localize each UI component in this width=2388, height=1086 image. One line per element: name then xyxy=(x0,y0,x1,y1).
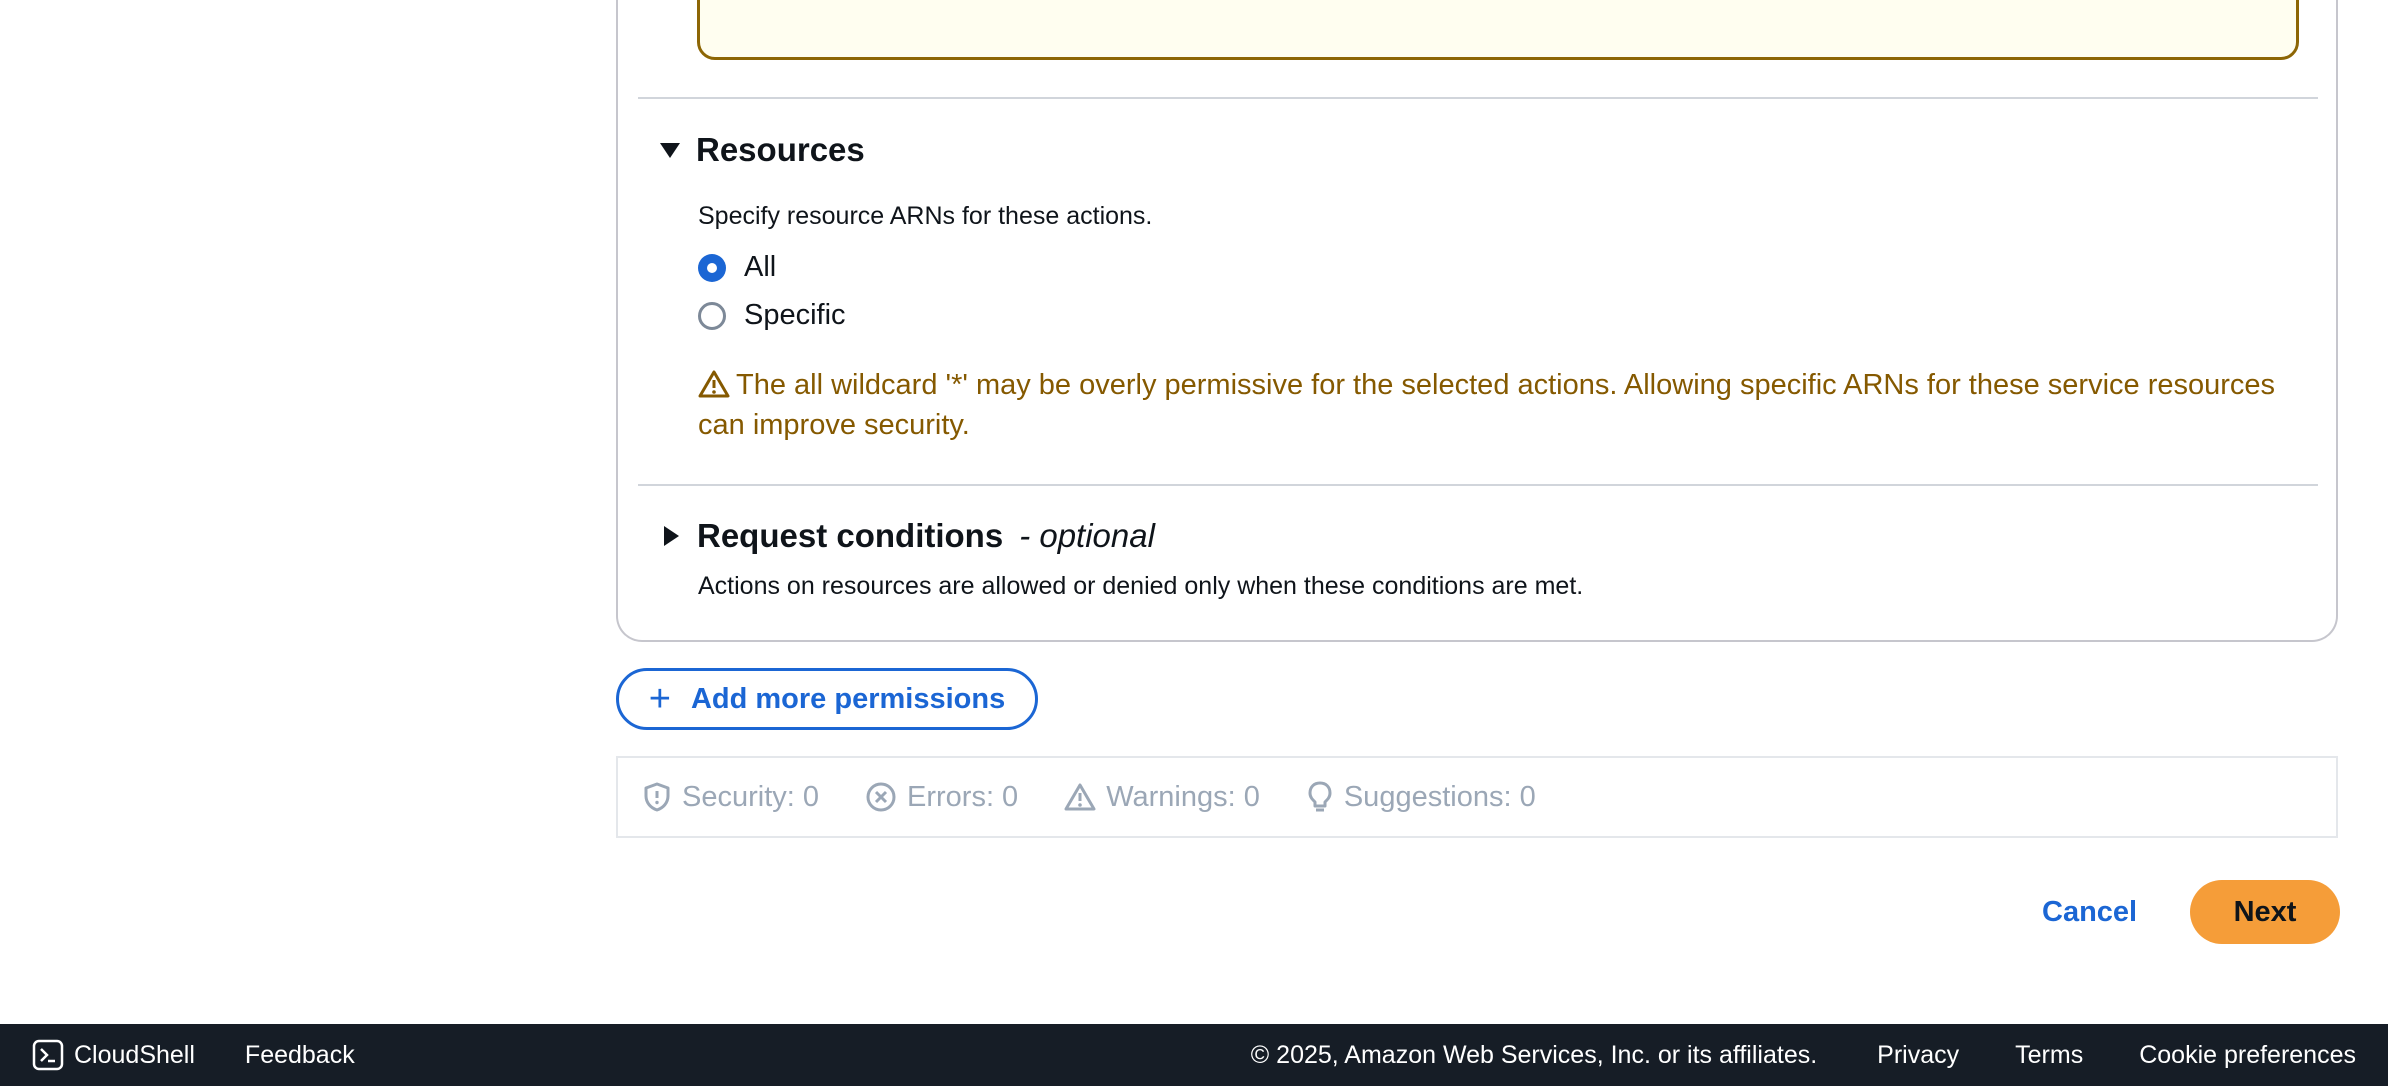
policy-validation-bar: Security: 0 Errors: 0 Warnings: 0 Sugges… xyxy=(616,756,2338,838)
resources-header[interactable]: Resources xyxy=(660,131,865,169)
caret-right-icon xyxy=(664,526,679,546)
cloudshell-link[interactable]: CloudShell xyxy=(32,1039,195,1071)
radio-specific-label: Specific xyxy=(744,299,846,331)
request-conditions-description: Actions on resources are allowed or deni… xyxy=(698,572,1584,600)
warning-text: The all wildcard '*' may be overly permi… xyxy=(698,369,2276,441)
wildcard-warning: The all wildcard '*' may be overly permi… xyxy=(698,365,2298,445)
cloudshell-label: CloudShell xyxy=(74,1040,195,1069)
suggestions-status[interactable]: Suggestions: 0 xyxy=(1306,780,1536,814)
shield-icon xyxy=(644,782,670,812)
plus-icon: + xyxy=(648,678,671,720)
next-button[interactable]: Next xyxy=(2190,880,2340,944)
security-count: Security: 0 xyxy=(682,780,819,813)
resources-description: Specify resource ARNs for these actions. xyxy=(698,202,1153,230)
privacy-link[interactable]: Privacy xyxy=(1877,1041,1959,1070)
terms-link[interactable]: Terms xyxy=(2015,1041,2083,1070)
divider xyxy=(638,97,2318,99)
add-more-permissions-button[interactable]: + Add more permissions xyxy=(616,668,1038,730)
request-conditions-title: Request conditions xyxy=(697,517,1004,554)
warning-icon xyxy=(698,370,730,398)
errors-count: Errors: 0 xyxy=(907,780,1019,813)
optional-label: - optional xyxy=(1019,517,1155,554)
warnings-count: Warnings: 0 xyxy=(1106,780,1260,813)
cancel-button[interactable]: Cancel xyxy=(2024,880,2155,944)
caret-down-icon xyxy=(660,142,680,158)
resources-title: Resources xyxy=(696,131,865,168)
errors-status[interactable]: Errors: 0 xyxy=(865,781,1018,814)
warning-icon xyxy=(1064,783,1096,811)
divider xyxy=(638,484,2318,486)
policy-warning-box xyxy=(697,0,2299,60)
copyright-text: © 2025, Amazon Web Services, Inc. or its… xyxy=(1250,1040,1818,1069)
radio-checked-icon[interactable] xyxy=(698,253,726,282)
console-footer: CloudShell Feedback © 2025, Amazon Web S… xyxy=(0,1024,2388,1086)
cloudshell-icon xyxy=(32,1039,64,1071)
add-more-permissions-label: Add more permissions xyxy=(690,682,1006,715)
radio-unchecked-icon[interactable] xyxy=(698,301,726,330)
radio-all-label: All xyxy=(744,251,777,283)
feedback-link[interactable]: Feedback xyxy=(245,1041,355,1070)
warnings-status[interactable]: Warnings: 0 xyxy=(1064,781,1260,814)
radio-specific[interactable]: Specific xyxy=(698,299,846,332)
lightbulb-icon xyxy=(1308,781,1332,812)
suggestions-count: Suggestions: 0 xyxy=(1343,780,1536,813)
cookie-preferences-link[interactable]: Cookie preferences xyxy=(2139,1041,2356,1070)
error-icon xyxy=(866,782,896,812)
radio-all[interactable]: All xyxy=(698,251,776,284)
request-conditions-header[interactable]: Request conditions - optional xyxy=(660,517,1155,555)
footer-links: © 2025, Amazon Web Services, Inc. or its… xyxy=(1251,1041,2356,1070)
security-status[interactable]: Security: 0 xyxy=(642,781,819,814)
